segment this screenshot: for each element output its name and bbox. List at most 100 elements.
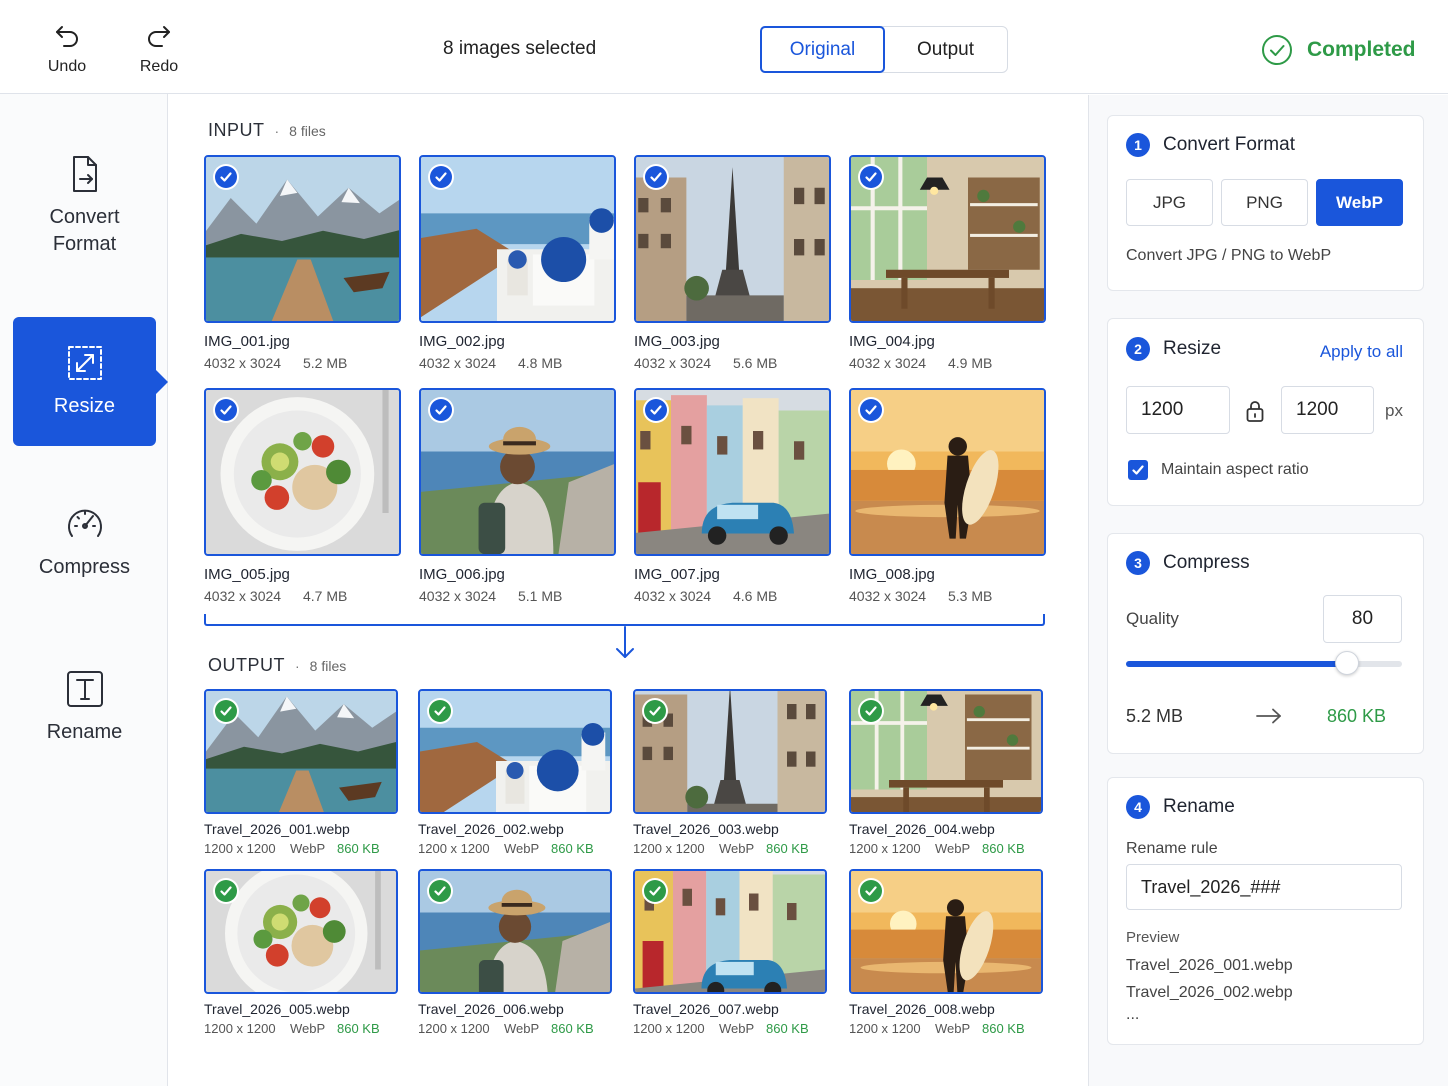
redo-icon [148, 26, 170, 47]
top-toolbar: Undo Redo 8 images selected Original Out… [0, 0, 1448, 94]
sidebar-item-convert-format[interactable]: Convert Format [13, 154, 156, 258]
image-thumbnail[interactable] [633, 689, 827, 814]
selected-check-icon[interactable] [428, 164, 454, 190]
selected-check-icon[interactable] [213, 878, 239, 904]
selected-check-icon[interactable] [642, 698, 668, 724]
arrow-down-icon [616, 626, 634, 658]
file-meta: 4032 x 3024 4.9 MB [849, 355, 992, 371]
file-name: IMG_003.jpg [634, 333, 720, 350]
file-size: 860 KB [337, 841, 380, 856]
file-format: WebP [935, 841, 971, 856]
file-name: IMG_004.jpg [849, 333, 935, 350]
image-thumbnail[interactable] [418, 869, 612, 994]
rename-rule-label: Rename rule [1126, 840, 1218, 857]
maintain-aspect-checkbox[interactable] [1128, 460, 1148, 480]
image-thumbnail[interactable] [419, 388, 616, 556]
file-format: WebP [719, 841, 755, 856]
quality-slider[interactable] [1126, 651, 1402, 675]
selected-check-icon[interactable] [643, 164, 669, 190]
quality-input[interactable]: 80 [1323, 595, 1402, 643]
file-size: 4.6 MB [733, 588, 778, 604]
image-thumbnail[interactable] [419, 155, 616, 323]
file-dimensions: 4032 x 3024 [419, 588, 497, 604]
file-dimensions: 1200 x 1200 [633, 1021, 705, 1036]
tab-original[interactable]: Original [760, 26, 885, 73]
sidebar-item-compress[interactable]: Compress [13, 504, 156, 581]
file-name: Travel_2026_004.webp [849, 821, 995, 837]
image-thumbnail[interactable] [204, 388, 401, 556]
tab-output[interactable]: Output [884, 27, 1007, 72]
rename-header: 4 Rename [1126, 795, 1235, 819]
rename-rule-input[interactable]: Travel_2026_### [1126, 864, 1402, 910]
selected-check-icon[interactable] [213, 698, 239, 724]
card-title: Rename [1163, 796, 1235, 817]
redo-label: Redo [139, 58, 179, 75]
file-format: WebP [719, 1021, 755, 1036]
undo-label: Undo [47, 58, 87, 75]
image-thumbnail[interactable] [849, 388, 1046, 556]
selected-check-icon[interactable] [858, 164, 884, 190]
output-section-header: OUTPUT · 8 files [208, 655, 346, 676]
file-name: IMG_005.jpg [204, 566, 290, 583]
selected-check-icon[interactable] [858, 878, 884, 904]
sidebar-item-rename[interactable]: Rename [13, 669, 156, 746]
file-name: Travel_2026_006.webp [418, 1001, 564, 1017]
compress-header: 3 Compress [1126, 551, 1250, 575]
file-size: 860 KB [982, 841, 1025, 856]
height-input[interactable]: 1200 [1281, 386, 1374, 434]
image-thumbnail[interactable] [418, 689, 612, 814]
selected-check-icon[interactable] [642, 878, 668, 904]
undo-button[interactable]: Undo [32, 22, 102, 76]
redo-button[interactable]: Redo [124, 22, 194, 76]
preview-ellipsis: ... [1126, 1006, 1140, 1023]
image-thumbnail[interactable] [633, 869, 827, 994]
file-size: 4.9 MB [948, 355, 993, 371]
selection-count: 8 images selected [443, 38, 597, 59]
preview-item: Travel_2026_001.webp [1126, 957, 1293, 974]
image-thumbnail[interactable] [204, 689, 398, 814]
resize-card: 2 Resize Apply to all 1200 1200 px Maint… [1107, 318, 1424, 506]
width-input[interactable]: 1200 [1126, 386, 1230, 434]
selected-check-icon[interactable] [213, 164, 239, 190]
selected-check-icon[interactable] [428, 397, 454, 423]
input-count: 8 files [289, 123, 326, 139]
file-format: WebP [935, 1021, 971, 1036]
image-thumbnail[interactable] [634, 155, 831, 323]
lock-icon[interactable] [1245, 399, 1265, 423]
selected-check-icon[interactable] [427, 698, 453, 724]
file-size: 5.2 MB [303, 355, 348, 371]
file-dimensions: 4032 x 3024 [419, 355, 497, 371]
check-circle-icon [1262, 35, 1292, 65]
selected-check-icon[interactable] [427, 878, 453, 904]
selected-check-icon[interactable] [213, 397, 239, 423]
image-thumbnail[interactable] [634, 388, 831, 556]
format-jpg-button[interactable]: JPG [1126, 179, 1213, 226]
size-before: 5.2 MB [1126, 706, 1184, 726]
selected-check-icon[interactable] [643, 397, 669, 423]
format-webp-button[interactable]: WebP [1316, 179, 1403, 226]
image-thumbnail[interactable] [204, 155, 401, 323]
file-meta: 4032 x 3024 5.6 MB [634, 355, 777, 371]
size-after: 860 KB [1327, 706, 1387, 726]
image-thumbnail[interactable] [849, 689, 1043, 814]
file-meta: 4032 x 3024 4.8 MB [419, 355, 562, 371]
image-thumbnail[interactable] [849, 155, 1046, 323]
input-title: INPUT [208, 120, 265, 140]
file-meta: 4032 x 3024 4.7 MB [204, 588, 347, 604]
step-badge: 4 [1126, 795, 1150, 819]
card-title: Compress [1163, 552, 1250, 573]
selected-check-icon[interactable] [858, 698, 884, 724]
format-png-button[interactable]: PNG [1221, 179, 1308, 226]
file-meta: 4032 x 3024 4.6 MB [634, 588, 777, 604]
apply-to-all-link[interactable]: Apply to all [1320, 342, 1403, 362]
slider-handle[interactable] [1334, 651, 1359, 675]
maintain-aspect-label: Maintain aspect ratio [1161, 461, 1309, 478]
selected-check-icon[interactable] [858, 397, 884, 423]
image-thumbnail[interactable] [204, 869, 398, 994]
gauge-icon [67, 509, 102, 537]
file-meta: 1200 x 1200 WebP 860 KB [633, 1021, 809, 1036]
image-thumbnail[interactable] [849, 869, 1043, 994]
sidebar-item-resize[interactable]: Resize [13, 317, 168, 446]
file-meta: 1200 x 1200 WebP 860 KB [418, 1021, 594, 1036]
convert-format-card: 1 Convert Format JPG PNG WebP Convert JP… [1107, 115, 1424, 291]
